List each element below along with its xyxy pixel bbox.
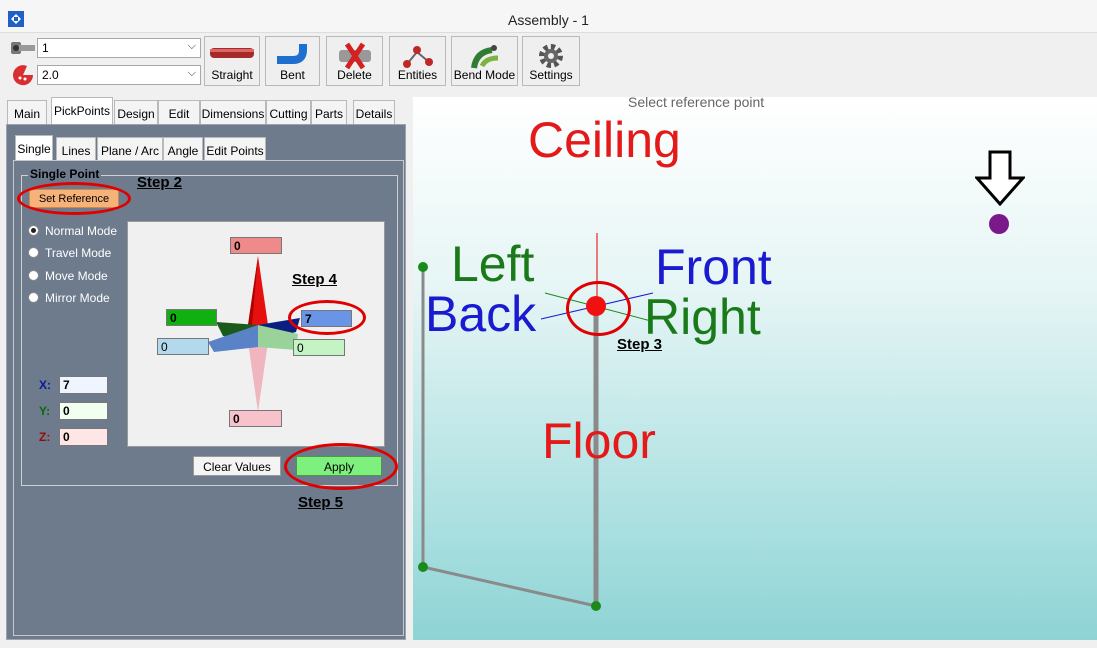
settings-button[interactable]: Settings [522, 36, 580, 86]
mirror-mode-label: Mirror Mode [45, 291, 110, 305]
move-mode-label: Move Mode [45, 269, 108, 283]
bend-mode-button-label: Bend Mode [453, 68, 516, 82]
straight-pipe-icon [210, 48, 254, 58]
chevron-down-icon: ⌵ [187, 67, 196, 79]
step3-annotation: Step 3 [617, 336, 663, 353]
z-label: Z: [39, 430, 51, 444]
left-field[interactable]: 0 [166, 309, 217, 326]
tab-pickpoints[interactable]: PickPoints [51, 97, 113, 125]
pie-icon [11, 64, 35, 86]
y-field[interactable]: 0 [59, 402, 108, 420]
clear-values-button[interactable]: Clear Values [193, 456, 281, 476]
travel-mode-label: Travel Mode [45, 246, 112, 260]
bent-button[interactable]: Bent [265, 36, 320, 86]
y-label: Y: [39, 404, 51, 418]
floor-label: Floor [542, 413, 656, 469]
size-combo[interactable]: 1 ⌵ [37, 38, 201, 58]
tab-parts[interactable]: Parts [311, 100, 347, 126]
ceiling-label: Ceiling [528, 112, 681, 168]
step4-highlight [288, 300, 366, 335]
window-title: Assembly - 1 [508, 12, 589, 28]
entities-icon [402, 46, 433, 68]
step5-highlight [284, 443, 398, 490]
group-title: Single Point [28, 167, 102, 181]
3d-viewport[interactable]: Select reference point Ceiling Left Back… [413, 94, 1097, 640]
entities-button[interactable]: Entities [389, 36, 446, 86]
step3-highlight [566, 281, 631, 336]
tab-edit[interactable]: Edit [158, 100, 200, 126]
tab-cutting[interactable]: Cutting [266, 100, 311, 126]
tab-design[interactable]: Design [114, 100, 158, 126]
tab-plane-arc[interactable]: Plane / Arc [97, 137, 163, 161]
tab-details[interactable]: Details [353, 100, 395, 126]
radius-combo-value: 2.0 [42, 68, 59, 82]
straight-button-label: Straight [211, 68, 253, 82]
size-combo-value: 1 [42, 41, 49, 55]
x-label: X: [39, 378, 51, 392]
z-field[interactable]: 0 [59, 428, 108, 446]
tab-dimensions[interactable]: Dimensions [200, 100, 266, 126]
back-label: Back [425, 286, 537, 342]
bend-mode-button[interactable]: Bend Mode [451, 36, 518, 86]
bend-mode-icon [470, 45, 498, 69]
tab-edit-points[interactable]: Edit Points [204, 137, 266, 161]
straight-button[interactable]: Straight [204, 36, 260, 86]
delete-button[interactable]: Delete [326, 36, 383, 86]
pipe-icon [9, 38, 37, 58]
normal-mode-label: Normal Mode [45, 224, 118, 238]
step4-annotation: Step 4 [292, 271, 338, 288]
delete-icon [338, 42, 371, 70]
back-field[interactable]: 0 [157, 338, 209, 355]
bottom-field[interactable]: 0 [229, 410, 282, 427]
top-field[interactable]: 0 [230, 237, 282, 254]
viewport-prompt: Select reference point [628, 94, 765, 110]
step2-highlight [17, 182, 131, 215]
delete-button-label: Delete [337, 68, 372, 82]
entities-button-label: Entities [397, 68, 438, 82]
front-label: Front [655, 239, 772, 295]
settings-button-label: Settings [529, 68, 573, 82]
right-label: Right [644, 289, 761, 345]
x-field[interactable]: 7 [59, 376, 108, 394]
tab-angle[interactable]: Angle [163, 137, 203, 161]
bent-button-label: Bent [280, 68, 305, 82]
bent-pipe-icon [276, 44, 307, 64]
tab-single[interactable]: Single [15, 135, 53, 161]
chevron-down-icon: ⌵ [187, 40, 196, 52]
gear-icon [539, 44, 563, 68]
tab-lines[interactable]: Lines [56, 137, 96, 161]
left-label: Left [451, 236, 535, 292]
step2-annotation: Step 2 [137, 174, 183, 191]
radius-combo[interactable]: 2.0 ⌵ [37, 65, 201, 85]
step5-annotation: Step 5 [298, 494, 344, 511]
front-field[interactable]: 0 [293, 339, 345, 356]
arrow-down-icon [973, 150, 1027, 207]
tab-main[interactable]: Main [7, 100, 47, 126]
